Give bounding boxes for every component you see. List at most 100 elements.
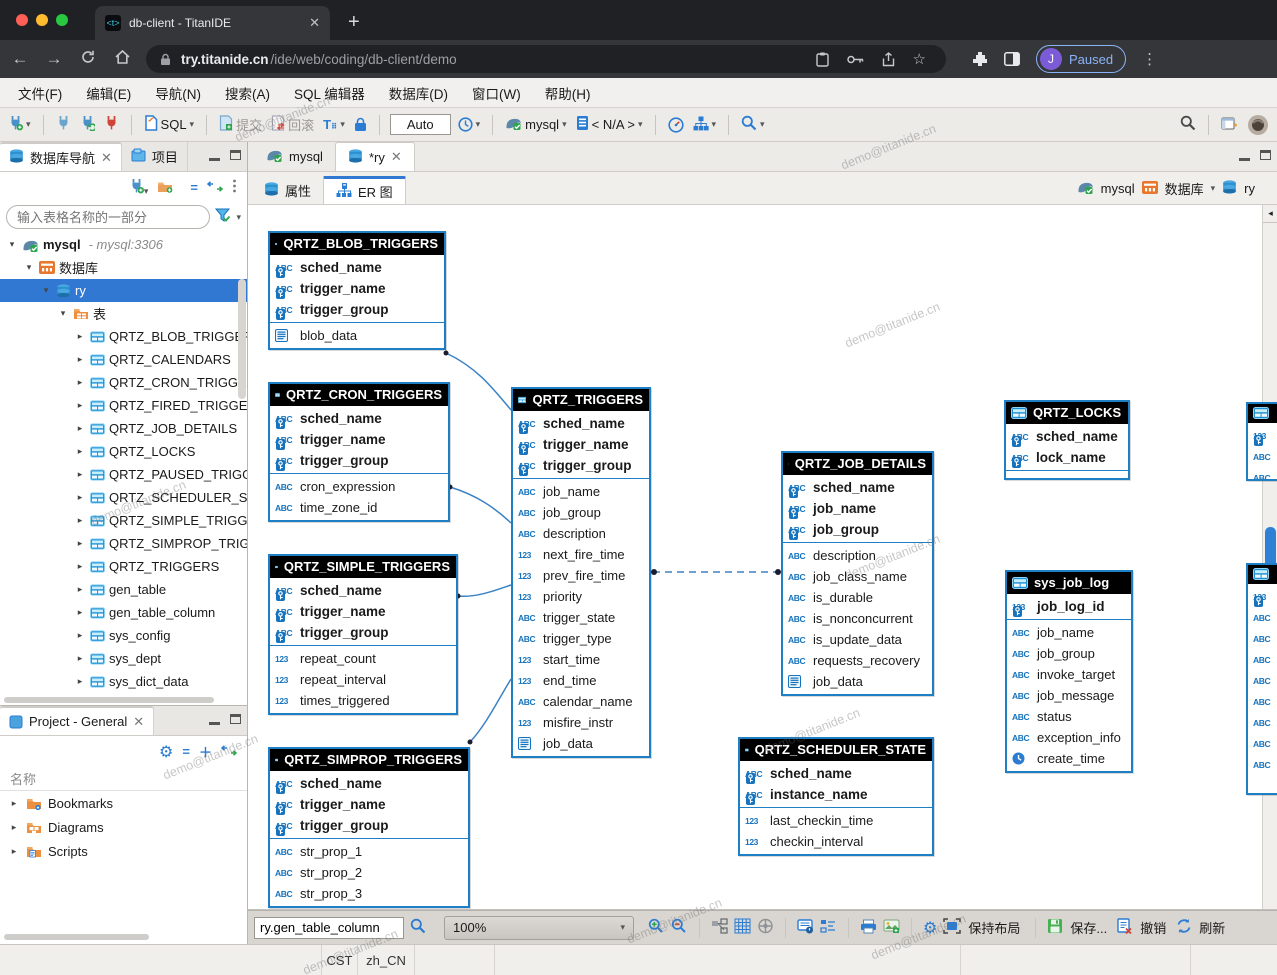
tree-item-table[interactable]: ▸QRTZ_TRIGGERS xyxy=(0,555,247,578)
bookmark-star-icon[interactable]: ☆ xyxy=(913,50,926,68)
menu-item[interactable]: SQL 编辑器 xyxy=(284,80,375,106)
extensions-puzzle-icon[interactable] xyxy=(972,51,988,67)
chrome-menu-icon[interactable]: ⋮ xyxy=(1142,50,1157,68)
disconnect-button[interactable] xyxy=(102,113,121,136)
collapse-all-icon[interactable]: = xyxy=(182,744,190,759)
minimize-panel-icon[interactable] xyxy=(209,158,220,161)
editor-tab-ry[interactable]: *ry ✕ xyxy=(335,142,415,171)
tree-expander-icon[interactable]: ▾ xyxy=(57,308,69,319)
entity-header[interactable]: QRTZ_JOB_DETAILS xyxy=(783,453,932,475)
close-icon[interactable]: ✕ xyxy=(101,150,112,166)
tree-expander-icon[interactable]: ▸ xyxy=(74,584,86,595)
er-diagram-canvas[interactable]: ◂ QRTZ_BLOB_TRIGGERSABCsched_nameABCtrig… xyxy=(248,205,1277,910)
maximize-window-button[interactable] xyxy=(56,14,68,26)
breadcrumb-connection[interactable]: mysql xyxy=(1101,181,1135,196)
tree-expander-icon[interactable]: ▾ xyxy=(23,262,35,273)
tree-expander-icon[interactable]: ▸ xyxy=(8,798,20,809)
tree-expander-icon[interactable]: ▸ xyxy=(74,400,86,411)
compare-button[interactable]: ▾ xyxy=(691,114,719,136)
auto-layout-icon[interactable] xyxy=(711,918,728,937)
tree-expander-icon[interactable]: ▸ xyxy=(74,630,86,641)
subtab-properties[interactable]: 属性 xyxy=(252,176,323,204)
tree-expander-icon[interactable]: ▸ xyxy=(8,846,20,857)
password-key-icon[interactable] xyxy=(847,55,864,64)
subtab-er-diagram[interactable]: ER 图 xyxy=(323,176,406,204)
tree-expander-icon[interactable]: ▸ xyxy=(74,377,86,388)
zoom-in-icon[interactable] xyxy=(648,918,665,937)
er-entity-QRTZ_SIMPROP_TRIGGERS[interactable]: QRTZ_SIMPROP_TRIGGERSABCsched_nameABCtri… xyxy=(268,747,470,908)
refresh-icon[interactable] xyxy=(1176,918,1192,937)
tree-item-table[interactable]: ▸QRTZ_CRON_TRIGGERS xyxy=(0,371,247,394)
entity-header[interactable]: QRTZ_SCHEDULER_STATE xyxy=(740,739,932,761)
close-window-button[interactable] xyxy=(16,14,28,26)
er-entity-clipped[interactable]: 123ABCABC xyxy=(1246,402,1277,481)
side-panel-icon[interactable] xyxy=(1004,52,1020,66)
tree-expander-icon[interactable]: ▸ xyxy=(74,354,86,365)
perspective-avatar-icon[interactable] xyxy=(1245,112,1271,138)
toggle-attributes-icon[interactable] xyxy=(820,919,837,937)
table-filter-input[interactable] xyxy=(6,205,210,229)
menu-item[interactable]: 窗口(W) xyxy=(462,80,531,106)
menu-item[interactable]: 帮助(H) xyxy=(535,80,601,106)
tree-item-table[interactable]: ▸sys_config xyxy=(0,624,247,647)
zoom-out-icon[interactable] xyxy=(671,918,688,937)
tree-expander-icon[interactable]: ▾ xyxy=(6,239,18,250)
toggle-comments-icon[interactable] xyxy=(797,919,814,937)
tab-project-general[interactable]: Project - General✕ xyxy=(0,706,154,735)
capture-diagram-icon[interactable] xyxy=(943,918,961,937)
tree-expander-icon[interactable]: ▸ xyxy=(74,423,86,434)
minimize-panel-icon[interactable] xyxy=(209,722,220,725)
menu-item[interactable]: 编辑(E) xyxy=(76,80,141,106)
tree-expander-icon[interactable]: ▸ xyxy=(74,492,86,503)
tree-item-table[interactable]: ▸QRTZ_LOCKS xyxy=(0,440,247,463)
maximize-panel-icon[interactable] xyxy=(230,150,241,160)
project-item-scripts[interactable]: ▸Scripts xyxy=(0,839,247,863)
tree-item-connection[interactable]: ▾mysql- mysql:3306 xyxy=(0,233,247,256)
keep-layout-label[interactable]: 保持布局 xyxy=(968,918,1020,937)
tree-item-table[interactable]: ▸QRTZ_SIMPROP_TRIGGERS xyxy=(0,532,247,555)
tree-item-table[interactable]: ▸QRTZ_SCHEDULER_STATE xyxy=(0,486,247,509)
tree-item-schema-ry[interactable]: ▾ry xyxy=(0,279,247,302)
new-connection-icon[interactable]: ▾ xyxy=(129,178,149,197)
er-entity-QRTZ_SIMPLE_TRIGGERS[interactable]: QRTZ_SIMPLE_TRIGGERSABCsched_nameABCtrig… xyxy=(268,554,458,715)
tree-expander-icon[interactable]: ▸ xyxy=(74,538,86,549)
er-entity-QRTZ_TRIGGERS[interactable]: QRTZ_TRIGGERSABCsched_nameABCtrigger_nam… xyxy=(511,387,651,758)
breadcrumb-schema[interactable]: ry xyxy=(1244,181,1255,196)
tree-item-table[interactable]: ▸QRTZ_BLOB_TRIGGERS xyxy=(0,325,247,348)
search-dropdown-button[interactable]: ▾ xyxy=(739,113,767,136)
er-entity-QRTZ_LOCKS[interactable]: QRTZ_LOCKSABCsched_nameABClock_name xyxy=(1004,400,1130,480)
new-folder-icon[interactable] xyxy=(157,180,173,196)
close-icon[interactable]: ✕ xyxy=(133,714,144,730)
save-button[interactable]: 保存... xyxy=(1070,918,1107,937)
save-icon[interactable] xyxy=(1047,918,1063,937)
dialect-button[interactable]: mysql▾ xyxy=(503,114,568,135)
quick-search-icon[interactable] xyxy=(1178,113,1198,136)
tab-close-icon[interactable]: ✕ xyxy=(309,15,320,31)
settings-gear-icon[interactable]: ⚙ xyxy=(159,742,173,762)
transaction-log-button[interactable]: ▾ xyxy=(456,115,483,134)
entity-header[interactable]: QRTZ_SIMPLE_TRIGGERS xyxy=(270,556,456,578)
snap-to-grid-icon[interactable] xyxy=(757,918,774,937)
filter-dropdown-icon[interactable]: ▾ xyxy=(236,212,241,223)
lock-icon[interactable] xyxy=(352,115,369,134)
clipboard-icon[interactable] xyxy=(816,52,829,67)
tree-expander-icon[interactable]: ▸ xyxy=(74,676,86,687)
profile-button[interactable]: J Paused xyxy=(1036,45,1126,73)
filter-icon[interactable] xyxy=(215,208,231,226)
commit-button[interactable]: 提交 xyxy=(217,113,264,136)
commit-mode-select[interactable]: Auto xyxy=(390,114,451,135)
catalog-select[interactable]: < N/A >▾ xyxy=(574,113,645,136)
refresh-button[interactable]: 刷新 xyxy=(1199,918,1225,937)
entity-header[interactable]: QRTZ_TRIGGERS xyxy=(513,389,649,411)
link-with-editor-icon[interactable] xyxy=(221,744,237,759)
new-tab-button[interactable]: + xyxy=(348,11,360,34)
menu-item[interactable]: 文件(F) xyxy=(8,80,72,106)
zoom-select[interactable]: 100%▾ xyxy=(444,916,634,940)
share-icon[interactable] xyxy=(882,52,895,67)
tree-item-tables-folder[interactable]: ▾表 xyxy=(0,302,247,325)
editor-tab-mysql[interactable]: mysql xyxy=(254,142,335,171)
tree-expander-icon[interactable]: ▸ xyxy=(74,446,86,457)
window-controls[interactable] xyxy=(16,14,68,26)
tree-expander-icon[interactable]: ▾ xyxy=(40,285,52,296)
entity-header[interactable]: QRTZ_SIMPROP_TRIGGERS xyxy=(270,749,468,771)
